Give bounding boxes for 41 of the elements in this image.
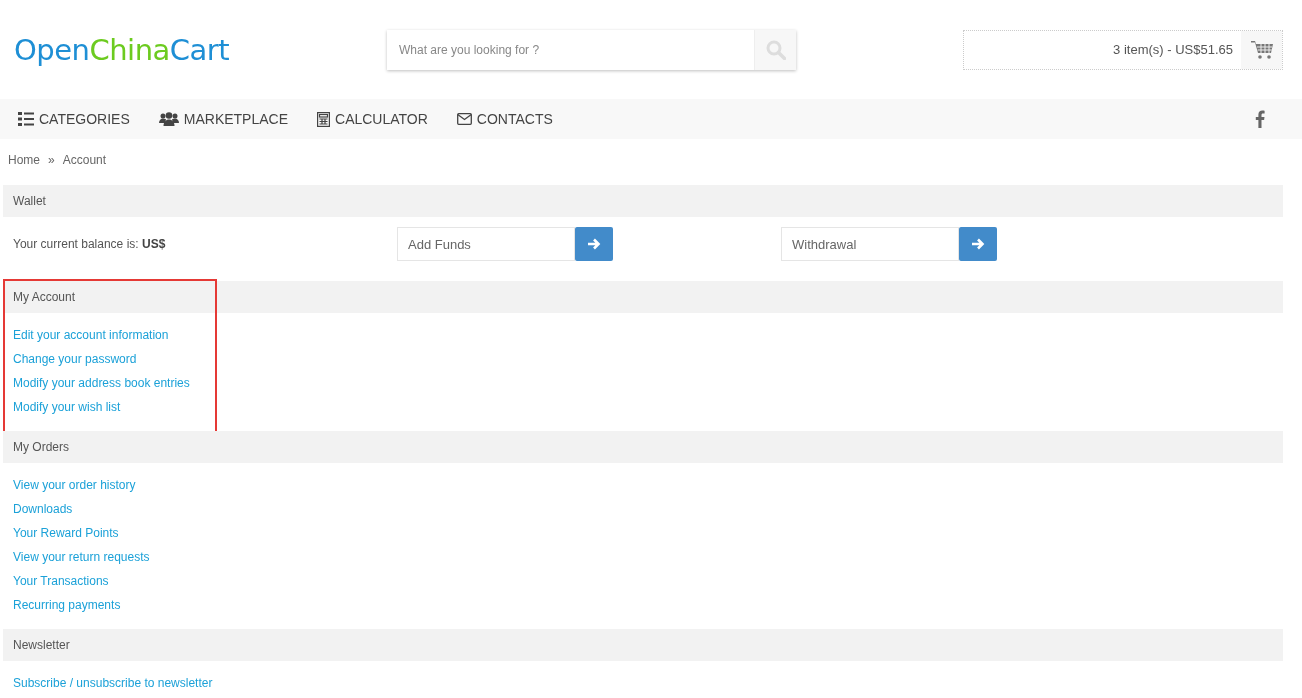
nav-link[interactable]: CALCULATOR	[317, 111, 428, 127]
list-icon	[18, 112, 34, 126]
section-header: Newsletter	[3, 629, 1283, 661]
envelope-icon	[456, 113, 472, 125]
cart-box[interactable]: 3 item(s) - US$51.65	[963, 29, 1283, 70]
balance-text: Your current balance is: US$	[13, 237, 167, 251]
section-link[interactable]: View your order history	[13, 477, 136, 493]
section-header: My Account	[3, 281, 1283, 313]
section-link[interactable]: Your Transactions	[13, 573, 109, 589]
submit-button[interactable]	[959, 227, 997, 261]
section-link[interactable]: Downloads	[13, 501, 73, 517]
cart-summary: 3 item(s) - US$51.65	[1113, 42, 1233, 57]
calculator-icon	[317, 111, 330, 127]
arrow-right-icon	[971, 238, 985, 250]
section-link[interactable]: Modify your address book entries	[13, 375, 190, 391]
arrow-right-icon	[587, 238, 601, 250]
cart-button[interactable]	[1241, 30, 1282, 69]
section-header: Wallet	[3, 185, 1283, 217]
breadcrumb-separator: »	[48, 153, 55, 167]
users-icon	[158, 112, 179, 126]
section-link[interactable]: Modify your wish list	[13, 399, 121, 415]
breadcrumb-link[interactable]: Home	[8, 153, 40, 167]
section-link[interactable]: Edit your account information	[13, 327, 169, 343]
nav-link[interactable]: MARKETPLACE	[158, 111, 288, 127]
section-link[interactable]: Recurring payments	[13, 597, 121, 613]
submit-button[interactable]	[575, 227, 613, 261]
facebook-icon[interactable]	[1255, 110, 1265, 128]
amount-field[interactable]: Add Funds	[397, 227, 575, 261]
section-link[interactable]: Your Reward Points	[13, 525, 119, 541]
nav-link[interactable]: CATEGORIES	[18, 111, 130, 127]
search-icon	[765, 39, 786, 60]
section-link[interactable]: Subscribe / unsubscribe to newsletter	[13, 675, 213, 691]
section-link[interactable]: View your return requests	[13, 549, 150, 565]
nav-link[interactable]: CONTACTS	[456, 111, 553, 127]
cart-icon	[1250, 39, 1273, 60]
section-header: My Orders	[3, 431, 1283, 463]
breadcrumb-link[interactable]: Account	[62, 153, 107, 167]
logo[interactable]: OpenChinaCart	[14, 32, 387, 67]
section-link[interactable]: Change your password	[13, 351, 137, 367]
amount-field[interactable]: Withdrawal	[781, 227, 959, 261]
search-field[interactable]: What are you looking for ?	[387, 29, 755, 70]
